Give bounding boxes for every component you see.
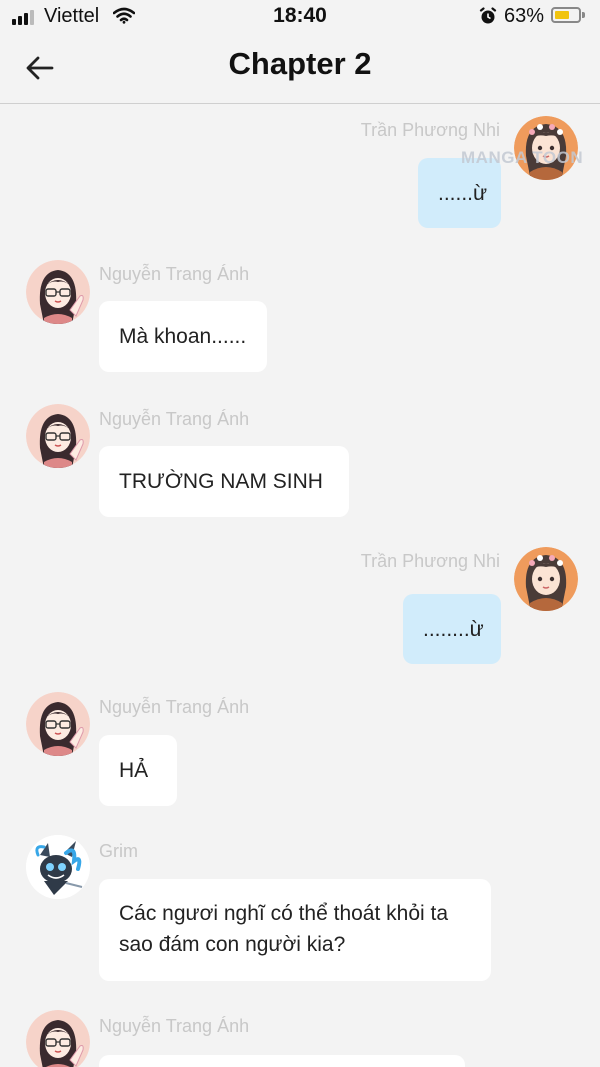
sender-name: Nguyễn Trang Ánh (99, 697, 250, 717)
avatar[interactable] (26, 1010, 90, 1067)
status-bar: Viettel 18:40 63% (0, 0, 600, 34)
navigation-header: Chapter 2 (0, 34, 600, 104)
chat-message: Nguyễn Trang Ánh Mà khoan...... (0, 247, 600, 377)
message-bubble[interactable]: HẢ (99, 735, 177, 806)
battery-icon (551, 7, 581, 23)
message-bubble[interactable]: Mà khoan...... (99, 301, 267, 372)
avatar[interactable] (26, 404, 90, 468)
page-title: Chapter 2 (228, 46, 372, 81)
message-bubble[interactable] (99, 1055, 465, 1067)
chat-list[interactable]: Trần Phương Nhi ......ừ Nguyễn Trang Ánh… (0, 104, 600, 1067)
sender-name: Trần Phương Nhi (360, 551, 500, 571)
chat-message: Nguyễn Trang Ánh HẢ (0, 679, 600, 809)
chat-message: Nguyễn Trang Ánh (0, 997, 600, 1067)
message-bubble[interactable]: ........ừ (403, 594, 501, 664)
message-bubble[interactable]: ......ừ (418, 158, 501, 228)
message-line: Các ngươi nghĩ có thể thoát khỏi ta (119, 902, 449, 925)
chat-message: Grim Các ngươi nghĩ có thể thoát khỏi ta… (0, 822, 600, 992)
chat-message: Trần Phương Nhi ......ừ (0, 104, 600, 234)
battery-fill (555, 11, 569, 19)
chat-message: Trần Phương Nhi ........ừ (0, 534, 600, 664)
watermark: MANGA TOON (461, 148, 584, 167)
sender-name: Nguyễn Trang Ánh (99, 409, 250, 429)
battery-tip (582, 12, 585, 18)
sender-name: Nguyễn Trang Ánh (99, 264, 250, 284)
message-bubble[interactable]: Các ngươi nghĩ có thể thoát khỏi ta sao … (99, 879, 491, 981)
alarm-icon (479, 7, 497, 30)
avatar[interactable] (26, 835, 90, 899)
battery-percent: 63% (504, 5, 545, 27)
chat-message: Nguyễn Trang Ánh TRƯỜNG NAM SINH (0, 391, 600, 521)
avatar[interactable] (514, 547, 578, 611)
sender-name: Grim (99, 841, 138, 861)
sender-name: Trần Phương Nhi (360, 120, 500, 140)
avatar[interactable] (26, 260, 90, 324)
sender-name: Nguyễn Trang Ánh (99, 1016, 250, 1036)
avatar[interactable] (26, 692, 90, 756)
message-line: sao đám con người kia? (119, 933, 346, 956)
message-bubble[interactable]: TRƯỜNG NAM SINH (99, 446, 349, 517)
